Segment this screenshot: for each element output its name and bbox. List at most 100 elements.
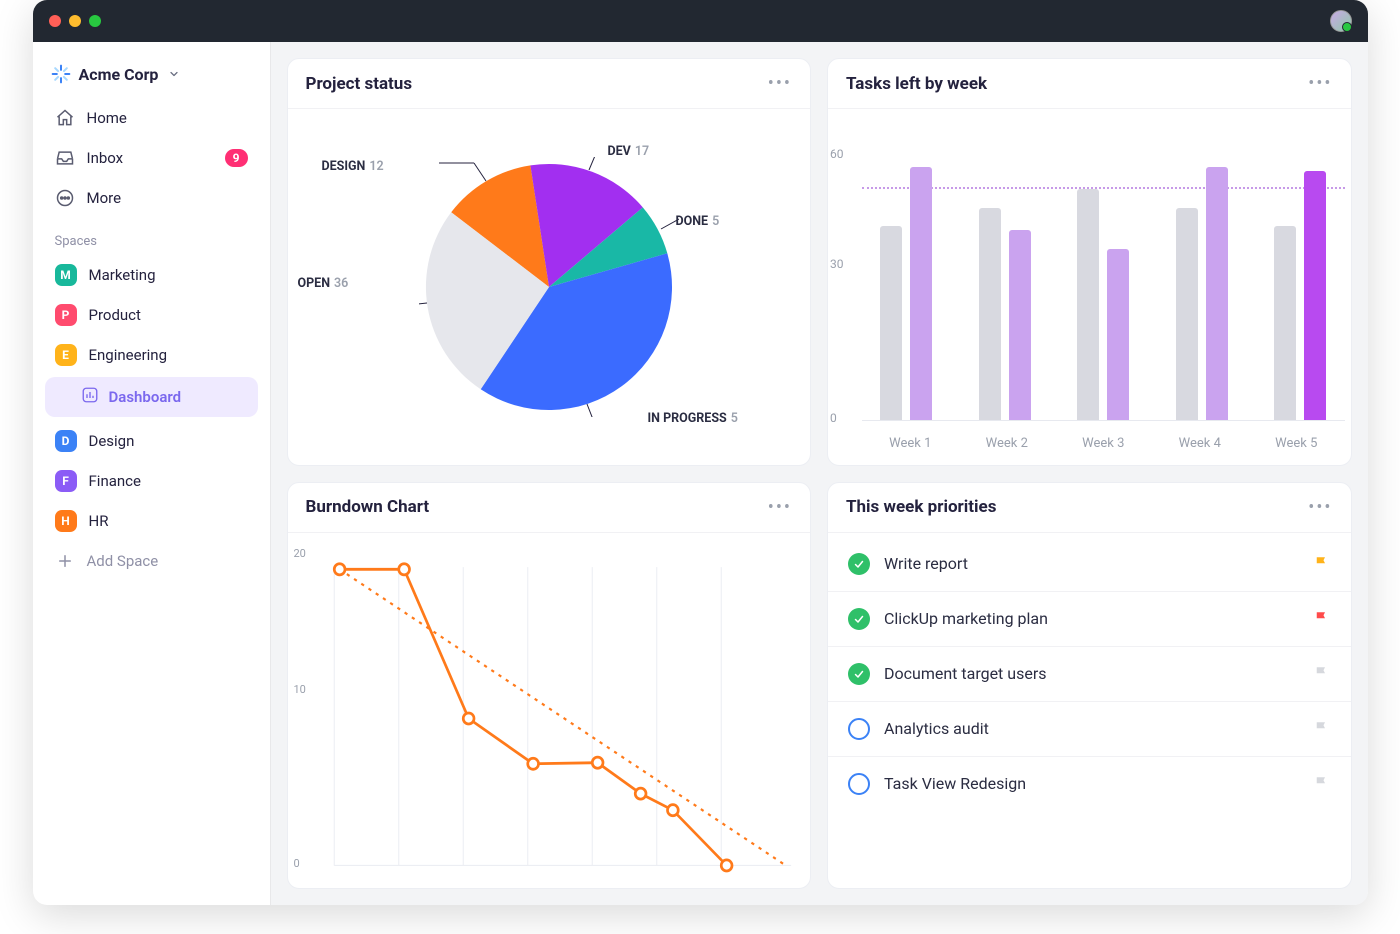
dashboard-icon xyxy=(81,386,99,408)
bar-chart: 60 30 0 Week 1Week 2Week 3Week 4Week 5 xyxy=(828,109,1351,465)
priority-row[interactable]: Write report xyxy=(828,537,1351,592)
space-item[interactable]: PProduct xyxy=(45,295,258,335)
pie-svg xyxy=(419,157,679,417)
priority-title: Document target users xyxy=(884,664,1047,683)
space-name: Marketing xyxy=(89,266,156,284)
workspace-switcher[interactable]: Acme Corp xyxy=(45,56,258,98)
spaces-label: Spaces xyxy=(45,218,258,255)
sidebar-item-dashboard[interactable]: Dashboard xyxy=(45,377,258,417)
bars-group xyxy=(1158,167,1247,420)
y-tick: 0 xyxy=(294,857,300,870)
priority-row[interactable]: ClickUp marketing plan xyxy=(828,592,1351,647)
card-title: Project status xyxy=(306,74,413,94)
space-name: HR xyxy=(89,512,109,530)
space-item[interactable]: M Marketing xyxy=(45,255,258,295)
card-title: Tasks left by week xyxy=(846,74,987,94)
app-body: Acme Corp Home Inbox 9 xyxy=(33,42,1368,905)
bar xyxy=(910,167,932,420)
space-badge-icon: M xyxy=(55,264,77,286)
card-title: Burndown Chart xyxy=(306,497,430,517)
flag-icon[interactable] xyxy=(1313,720,1331,738)
status-circle-icon[interactable] xyxy=(848,718,870,740)
bars-xlabels: Week 1Week 2Week 3Week 4Week 5 xyxy=(862,436,1345,451)
pie-label-dev: DEV17 xyxy=(608,144,650,159)
dashboard-label: Dashboard xyxy=(109,388,182,406)
space-name: Design xyxy=(89,432,135,450)
card-more-button[interactable]: ••• xyxy=(768,497,792,518)
bars-row xyxy=(862,109,1345,421)
bar xyxy=(1206,167,1228,420)
x-tick: Week 2 xyxy=(959,436,1056,451)
card-title: This week priorities xyxy=(846,497,996,517)
flag-icon[interactable] xyxy=(1313,665,1331,683)
bars-group xyxy=(961,208,1050,420)
flag-icon[interactable] xyxy=(1313,775,1331,793)
inbox-badge: 9 xyxy=(225,149,248,167)
priority-row[interactable]: Document target users xyxy=(828,647,1351,702)
space-item[interactable]: EEngineering xyxy=(45,335,258,375)
pie-chart: DESIGN12 DEV17 DONE5 IN PROGRESS5 OPEN36 xyxy=(288,109,811,465)
space-item[interactable]: FFinance xyxy=(45,461,258,501)
card-header: This week priorities ••• xyxy=(828,483,1351,533)
card-burndown: Burndown Chart ••• 20 10 0 xyxy=(287,482,812,890)
nav-label: More xyxy=(87,189,122,207)
check-circle-icon[interactable] xyxy=(848,608,870,630)
space-item[interactable]: HHR xyxy=(45,501,258,541)
window-controls xyxy=(49,15,101,27)
burndown-chart: 20 10 0 xyxy=(288,533,811,889)
flag-icon[interactable] xyxy=(1313,555,1331,573)
card-more-button[interactable]: ••• xyxy=(768,73,792,94)
add-space-label: Add Space xyxy=(87,552,159,570)
status-circle-icon[interactable] xyxy=(848,773,870,795)
maximize-window-button[interactable] xyxy=(89,15,101,27)
add-space-button[interactable]: Add Space xyxy=(45,541,258,581)
bar xyxy=(1107,249,1129,420)
app-window: Acme Corp Home Inbox 9 xyxy=(33,0,1368,905)
avatar[interactable] xyxy=(1330,10,1352,32)
nav-home[interactable]: Home xyxy=(45,98,258,138)
bar xyxy=(1176,208,1198,420)
priority-row[interactable]: Task View Redesign xyxy=(828,757,1351,811)
y-tick: 0 xyxy=(830,411,837,425)
pie-label-open: OPEN36 xyxy=(298,276,349,291)
card-header: Tasks left by week ••• xyxy=(828,59,1351,109)
nav-more[interactable]: More xyxy=(45,178,258,218)
x-tick: Week 4 xyxy=(1152,436,1249,451)
x-tick: Week 5 xyxy=(1248,436,1345,451)
home-icon xyxy=(55,108,75,128)
inbox-icon xyxy=(55,148,75,168)
space-badge-icon: P xyxy=(55,304,77,326)
bars-group xyxy=(1256,171,1345,420)
card-more-button[interactable]: ••• xyxy=(1308,73,1332,94)
dashboard-grid: Project status ••• xyxy=(271,42,1368,905)
y-tick: 60 xyxy=(830,147,844,161)
nav-inbox[interactable]: Inbox 9 xyxy=(45,138,258,178)
space-item[interactable]: D Design xyxy=(45,421,258,461)
pie-label-done: DONE5 xyxy=(676,214,720,229)
pie-label-inprogress: IN PROGRESS5 xyxy=(648,411,738,426)
bars-group xyxy=(862,167,951,420)
nav-label: Inbox xyxy=(87,149,124,167)
more-icon xyxy=(55,188,75,208)
bar xyxy=(1304,171,1326,420)
flag-icon[interactable] xyxy=(1313,610,1331,628)
bar xyxy=(1009,230,1031,419)
priority-row[interactable]: Analytics audit xyxy=(828,702,1351,757)
nav-label: Home xyxy=(87,109,127,127)
priority-title: Write report xyxy=(884,554,968,573)
y-tick: 20 xyxy=(294,547,306,560)
bar xyxy=(1077,189,1099,419)
card-more-button[interactable]: ••• xyxy=(1308,497,1332,518)
chevron-down-icon xyxy=(168,65,180,84)
minimize-window-button[interactable] xyxy=(69,15,81,27)
card-header: Project status ••• xyxy=(288,59,811,109)
card-priorities: This week priorities ••• Write report Cli… xyxy=(827,482,1352,890)
y-tick: 30 xyxy=(830,257,844,271)
check-circle-icon[interactable] xyxy=(848,553,870,575)
y-tick: 10 xyxy=(294,683,306,696)
close-window-button[interactable] xyxy=(49,15,61,27)
bars-group xyxy=(1059,189,1148,419)
x-tick: Week 1 xyxy=(862,436,959,451)
space-badge-icon: D xyxy=(55,430,77,452)
check-circle-icon[interactable] xyxy=(848,663,870,685)
